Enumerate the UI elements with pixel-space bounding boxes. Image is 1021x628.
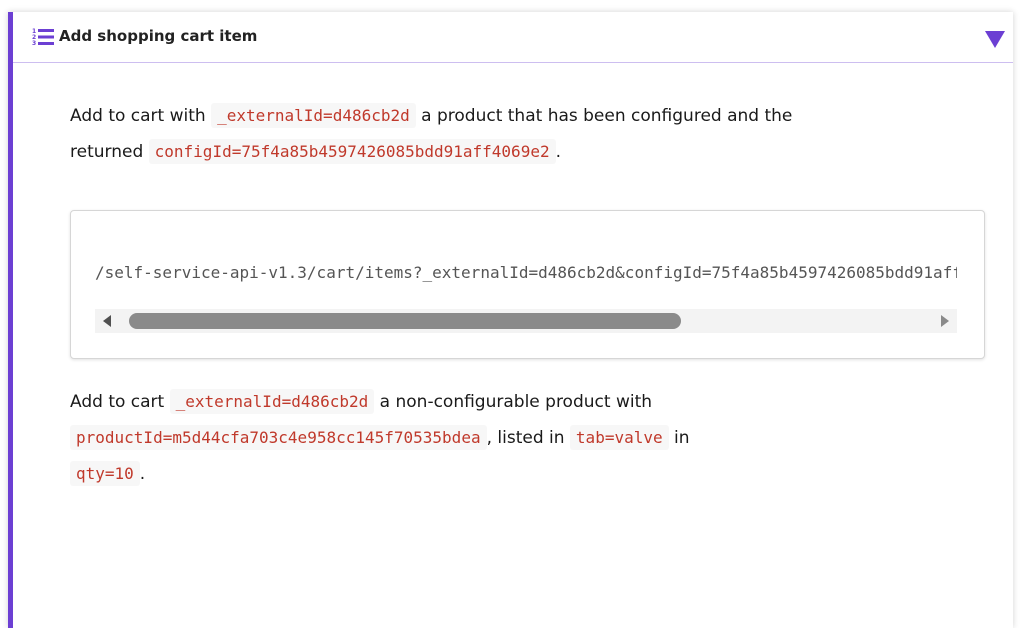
inline-code-product-id: productId=m5d44cfa703c4e958cc145f70535bd…	[70, 425, 487, 450]
step-title: Add shopping cart item	[59, 27, 258, 45]
paragraph-1-line-1: Add to cart with _externalId=d486cb2d a …	[70, 98, 980, 134]
description-paragraph-1: Add to cart with _externalId=d486cb2d a …	[70, 98, 980, 170]
text: a non-configurable product with	[374, 392, 653, 412]
step-header[interactable]: 1 2 3 Add shopping cart item	[13, 12, 1013, 63]
horizontal-scrollbar[interactable]	[95, 309, 957, 333]
scrollbar-thumb[interactable]	[129, 313, 681, 329]
paragraph-1-line-2: returned configId=75f4a85b4597426085bdd9…	[70, 134, 980, 170]
svg-text:3: 3	[32, 40, 36, 46]
scroll-right-arrow-icon[interactable]	[941, 315, 949, 327]
ordered-list-icon: 1 2 3	[32, 28, 54, 46]
text: Add to cart	[70, 392, 170, 412]
code-block-text[interactable]: /self-service-api-v1.3/cart/items?_exter…	[95, 261, 957, 285]
triangle-down-icon[interactable]	[985, 31, 1005, 48]
description-paragraph-2: Add to cart _externalId=d486cb2d a non-c…	[70, 384, 980, 492]
scroll-left-arrow-icon[interactable]	[103, 315, 111, 327]
text: .	[555, 142, 561, 162]
text: .	[139, 464, 146, 484]
inline-code-config-id: configId=75f4a85b4597426085bdd91aff4069e…	[148, 139, 556, 164]
paragraph-2-line-3: qty=10.	[70, 456, 980, 492]
text: a product that has been configured and t…	[415, 106, 793, 126]
text: , listed in	[486, 428, 570, 448]
inline-code-external-id: _externalId=d486cb2d	[169, 389, 375, 414]
step-card: 1 2 3 Add shopping cart item Add to cart…	[8, 12, 1013, 628]
inline-code-tab: tab=valve	[569, 425, 669, 450]
paragraph-2-line-1: Add to cart _externalId=d486cb2d a non-c…	[70, 384, 980, 420]
paragraph-2-line-2: productId=m5d44cfa703c4e958cc145f70535bd…	[70, 420, 980, 456]
inline-code-qty: qty=10	[70, 461, 140, 486]
text: in	[668, 428, 690, 448]
inline-code-external-id: _externalId=d486cb2d	[211, 103, 416, 128]
text: Add to cart with	[70, 106, 212, 126]
text: returned	[70, 142, 149, 162]
code-block[interactable]: /self-service-api-v1.3/cart/items?_exter…	[70, 210, 985, 359]
